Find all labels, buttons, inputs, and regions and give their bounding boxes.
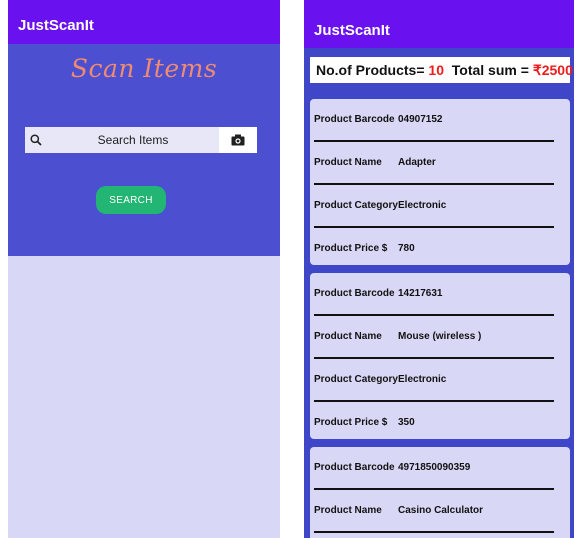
category-value: Electronic — [398, 200, 447, 211]
price-value: 350 — [398, 417, 415, 428]
search-bar[interactable]: Search Items — [25, 127, 257, 153]
category-value: Electronic — [398, 374, 447, 385]
category-row: Product Category Electronic — [312, 185, 568, 226]
barcode-row: Product Barcode 4971850090359 — [312, 447, 568, 488]
sum-label: Total sum = — [451, 62, 529, 78]
barcode-row: Product Barcode 14217631 — [312, 273, 568, 314]
app-title: JustScanIt — [18, 17, 94, 34]
barcode-label: Product Barcode — [314, 462, 395, 473]
camera-button[interactable] — [219, 127, 257, 153]
camera-icon — [231, 134, 245, 146]
barcode-value: 4971850090359 — [398, 462, 471, 473]
category-row: Product Category Electronic — [312, 359, 568, 400]
sum-value: ₹2500 — [532, 61, 573, 78]
search-input[interactable]: Search Items — [47, 133, 219, 147]
page-title: Scan Items — [70, 54, 218, 83]
count-label: No.of Products= — [316, 62, 425, 78]
search-icon — [25, 134, 47, 146]
price-value: 780 — [398, 243, 415, 254]
barcode-value: 14217631 — [398, 288, 443, 299]
app-title: JustScanIt — [314, 22, 390, 39]
name-row: Product Name Casino Calculator — [312, 490, 568, 531]
barcode-label: Product Barcode — [314, 288, 395, 299]
barcode-label: Product Barcode — [314, 114, 395, 125]
name-label: Product Name — [314, 505, 382, 516]
search-button[interactable]: SEARCH — [96, 186, 166, 214]
price-row: Product Price $ 780 — [312, 228, 568, 269]
name-value: Casino Calculator — [398, 505, 484, 516]
app-bar: JustScanIt — [304, 0, 574, 48]
summary-bar: No.of Products= 10 Total sum = ₹2500 — [310, 57, 573, 83]
price-row: Product Price $ 350 — [312, 402, 568, 443]
product-card[interactable]: Product Barcode 14217631 Product Name Mo… — [310, 273, 570, 439]
price-label: Product Price $ — [314, 417, 388, 428]
barcode-value: 04907152 — [398, 114, 443, 125]
hero-panel: Scan Items Search Items SEARCH — [8, 44, 280, 256]
count-value: 10 — [428, 62, 444, 78]
product-card[interactable]: Product Barcode 4971850090359 Product Na… — [310, 447, 570, 538]
name-row: Product Name Adapter — [312, 142, 568, 183]
name-value: Adapter — [398, 157, 436, 168]
name-label: Product Name — [314, 157, 382, 168]
barcode-row: Product Barcode 04907152 — [312, 99, 568, 140]
divider — [314, 531, 554, 533]
category-label: Product Category — [314, 200, 398, 211]
name-label: Product Name — [314, 331, 382, 342]
category-label: Product Category — [314, 374, 398, 385]
product-list-screen: JustScanIt No.of Products= 10 Total sum … — [304, 0, 574, 538]
scan-items-screen: JustScanIt Scan Items Search Items SEARC… — [8, 0, 280, 538]
app-bar: JustScanIt — [8, 0, 280, 44]
product-card[interactable]: Product Barcode 04907152 Product Name Ad… — [310, 99, 570, 265]
name-row: Product Name Mouse (wireless ) — [312, 316, 568, 357]
name-value: Mouse (wireless ) — [398, 331, 482, 342]
price-label: Product Price $ — [314, 243, 388, 254]
